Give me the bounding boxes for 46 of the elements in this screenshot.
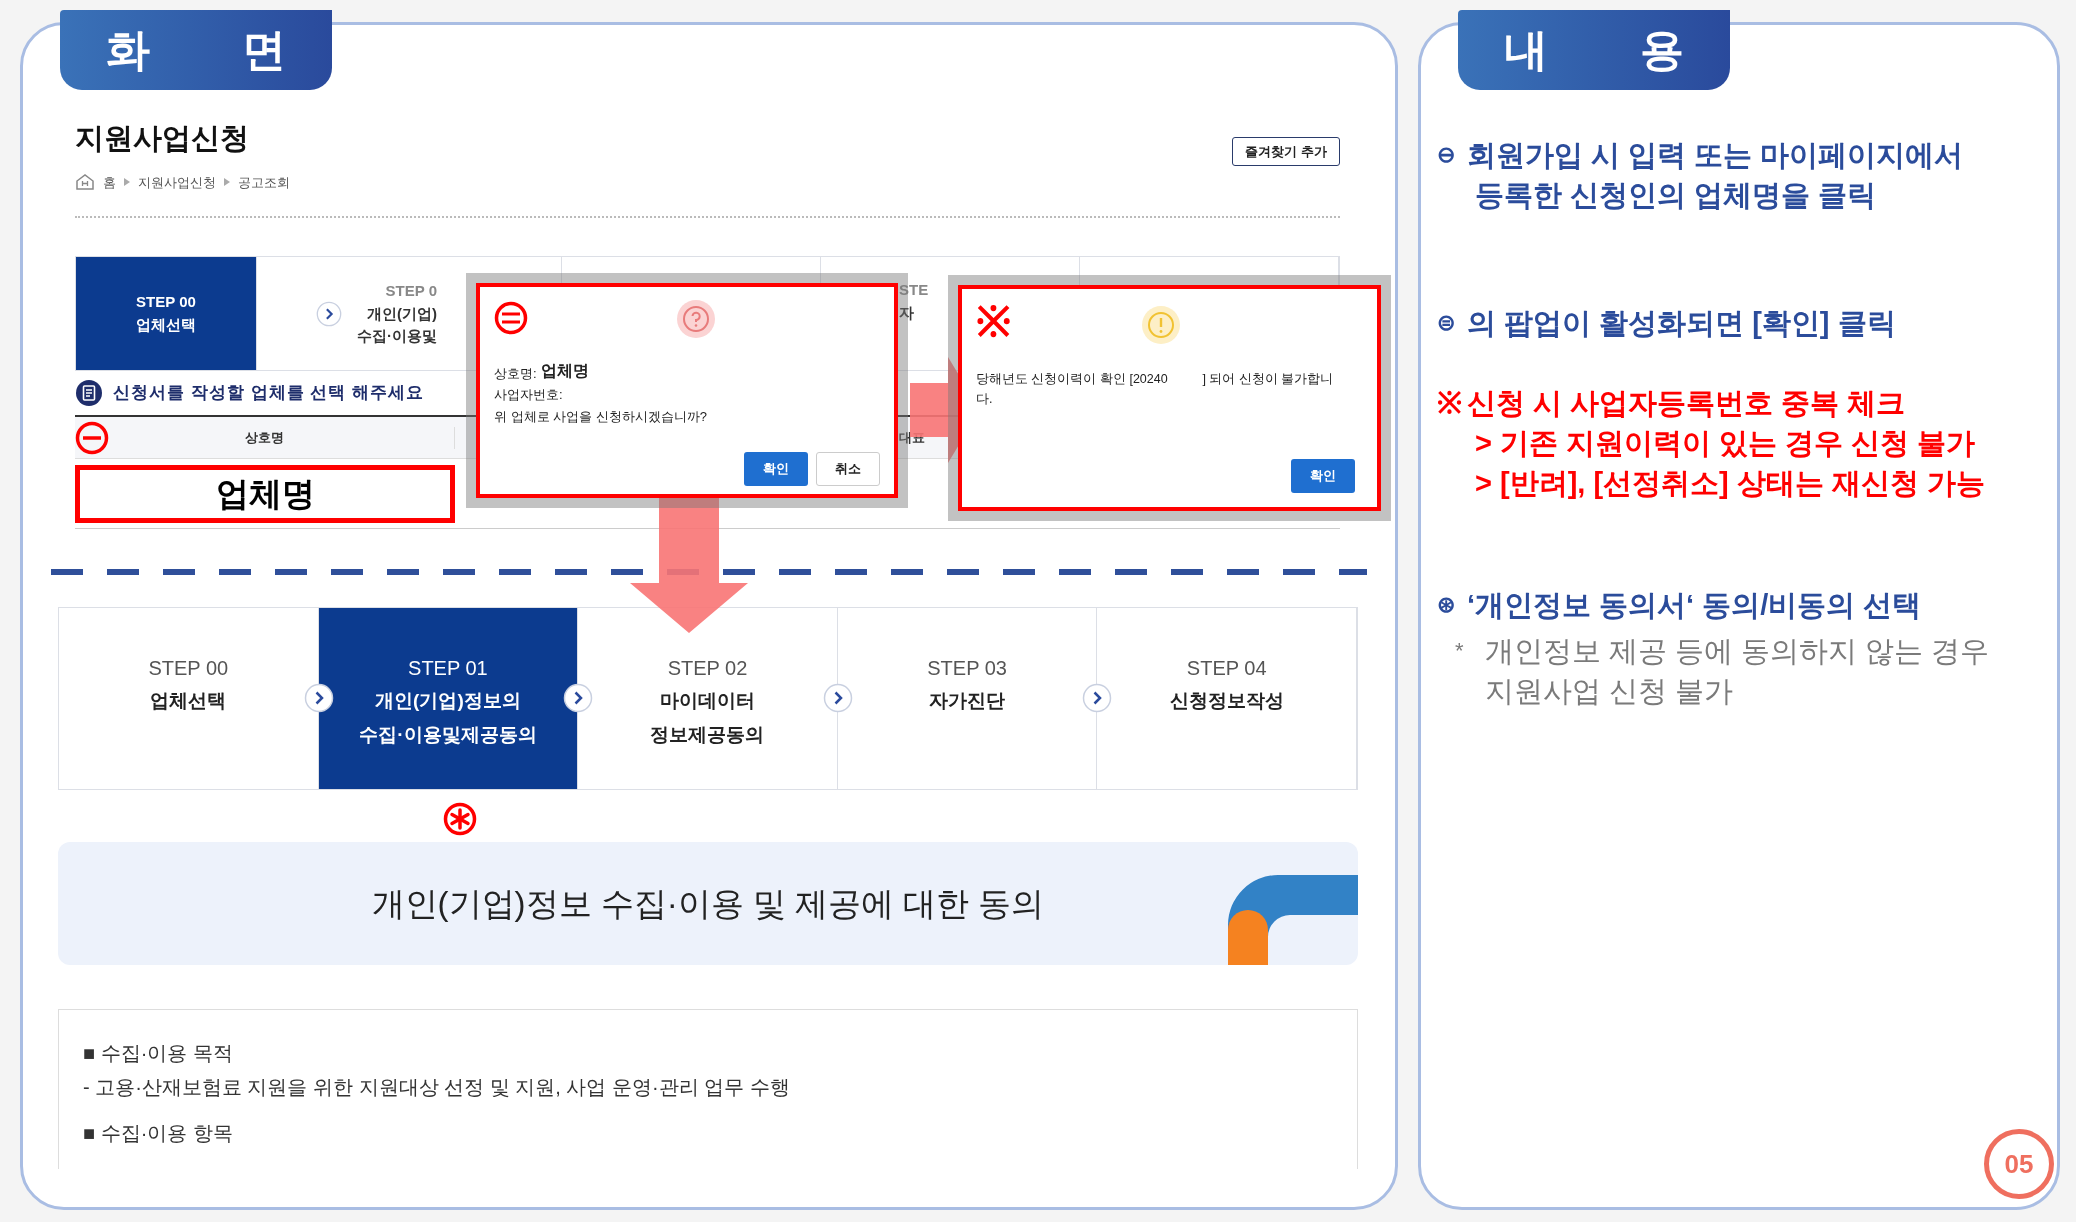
confirm-question: 위 업체로 사업을 신청하시겠습니까? [494,407,709,426]
step-name: 마이데이터 [660,689,755,713]
note-text: ‘개인정보 동의서‘ 동의/비동의 선택 [1467,588,1922,623]
step-name: 신청정보작성 [1169,689,1284,713]
step-name: 수집·이용및 [357,325,437,346]
note-text: 지원사업 신청 불가 [1485,674,1735,709]
note-mark: * [1455,637,1465,665]
step-name: 자 [899,302,914,323]
step-name: 개인(기업) [367,303,437,324]
banner-title: 개인(기업)정보 수집·이용 및 제공에 대한 동의 [371,883,1045,924]
note-text: 등록한 신청인의 업체명을 클릭 [1474,178,1878,213]
note-text: 신청 시 사업자등록번호 중복 체크 [1467,386,1907,421]
step-label: STEP 0 [385,281,437,302]
page-title: 지원사업신청 [75,121,250,156]
note-mark: ⊖ [1437,141,1456,169]
reference-mark: ※ [976,297,1011,347]
note-text: 개인정보 제공 등에 동의하지 않는 경우 [1485,634,1990,669]
duplicate-message: 당해년도 신청이력이 확인 [20240 ] 되어 신청이 불가합니다. [976,371,1335,408]
step-name: 정보제공동의 [650,723,765,747]
step-label: STEP 02 [667,656,748,681]
step-label: STEP 00 [136,292,196,313]
note-mark: ⊜ [1437,309,1456,337]
note-text: > 기존 지원이력이 있는 경우 신청 불가 [1474,426,1977,461]
note-text: 의 팝업이 활성화되면 [확인] 클릭 [1467,306,1896,341]
step-label: STEP 04 [1186,656,1267,681]
step-name: 자가진단 [929,689,1006,713]
step-label: STEP 00 [148,656,229,681]
section-heading: ■ 수집·이용 목적 [83,1041,234,1066]
step-label: STEP 03 [927,656,1007,681]
step-name: 수집·이용및제공동의 [359,723,537,747]
note-text: > [반려], [선정취소] 상태는 재신청 가능 [1474,466,1985,501]
note-mark: ⊛ [1437,591,1456,619]
step-name: 개인(기업)정보의 [375,689,521,713]
select-prompt: 신청서를 작성할 업체를 선택 해주세요 [113,382,425,405]
column-header: 대표 [899,428,925,447]
step-name: 업체선택 [150,689,227,713]
step-name: 업체선택 [136,314,196,335]
note-mark: ※ [1437,385,1463,421]
section-heading: ■ 수집·이용 항목 [83,1121,234,1146]
column-header: 상호명 [245,428,284,447]
note-text: 회원가입 시 입력 또는 마이페이지에서 [1467,138,1964,173]
section-text: - 고용·산재보험료 지원을 위한 지원대상 선정 및 지원, 사업 운영·관리 업무 수행 [83,1075,791,1100]
page-number: 05 [1984,1129,2054,1199]
step-label: STE [899,280,929,300]
step-label: STEP 01 [408,656,488,681]
business-number-label: 사업자번호: [494,386,564,404]
